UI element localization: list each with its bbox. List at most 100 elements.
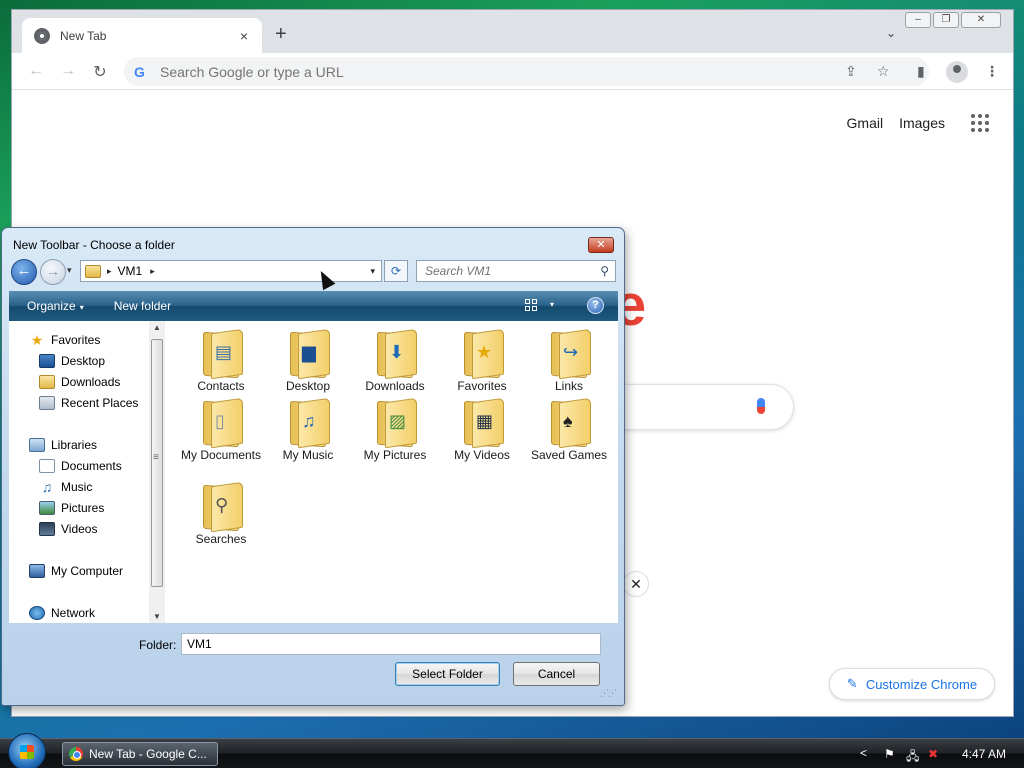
- tab-close-icon[interactable]: ×: [236, 28, 252, 44]
- volume-muted-icon[interactable]: ✖: [928, 747, 938, 761]
- omnibox[interactable]: G ⇪ ☆: [124, 57, 929, 86]
- computer-icon: [29, 564, 45, 578]
- search-box[interactable]: ⚲: [416, 260, 616, 282]
- minimize-button[interactable]: –: [905, 12, 931, 28]
- folder-my-music[interactable]: ♫ My Music: [266, 398, 350, 463]
- profile-avatar-icon[interactable]: [946, 61, 968, 83]
- folder-input[interactable]: [181, 633, 601, 655]
- customize-chrome-button[interactable]: ✎ Customize Chrome: [829, 668, 995, 700]
- scroll-down-icon[interactable]: ▼: [153, 612, 161, 621]
- chrome-menu-icon[interactable]: ⋮: [985, 63, 999, 80]
- scroll-thumb[interactable]: [151, 339, 163, 587]
- folder-my-documents[interactable]: ▯ My Documents: [179, 398, 263, 463]
- forward-arrow-button[interactable]: →: [40, 259, 66, 285]
- network-icon[interactable]: 🖧: [906, 747, 919, 768]
- google-g-icon: G: [134, 63, 145, 80]
- nav-favorites[interactable]: ★ Favorites: [29, 333, 101, 347]
- bookmark-star-icon[interactable]: ☆: [877, 63, 890, 80]
- nav-my-computer[interactable]: My Computer: [29, 564, 123, 578]
- music-folder-icon: ♫: [288, 398, 328, 446]
- folder-label: My Videos: [454, 448, 510, 462]
- chrome-icon: [69, 747, 83, 761]
- nav-scrollbar[interactable]: ▲ ▼: [149, 321, 165, 623]
- restore-button[interactable]: ❐: [933, 12, 959, 28]
- nav-label: Documents: [61, 459, 122, 473]
- nav-recent-places[interactable]: Recent Places: [39, 396, 138, 410]
- folder-label: Favorites: [457, 379, 507, 393]
- folder-favorites[interactable]: ★ Favorites: [440, 329, 524, 394]
- folder-searches[interactable]: ⚲ Searches: [179, 482, 263, 547]
- cancel-button[interactable]: Cancel: [513, 662, 600, 686]
- nav-videos[interactable]: Videos: [39, 522, 97, 536]
- folder-label: Searches: [195, 532, 247, 546]
- voice-search-mic-icon[interactable]: [757, 398, 765, 414]
- chrome-favicon-icon: [34, 27, 50, 44]
- select-folder-button[interactable]: Select Folder: [395, 662, 500, 686]
- nav-label: Pictures: [61, 501, 105, 515]
- downloads-arrow-folder-icon: ⬇: [375, 329, 415, 377]
- system-tray: < ⚑ 🖧 ✖ 4:47 AM: [834, 739, 1024, 768]
- folder-links[interactable]: ↪ Links: [527, 329, 611, 394]
- resize-grip[interactable]: ⋰⋰: [600, 688, 617, 699]
- dismiss-button[interactable]: ✕: [623, 571, 649, 597]
- refresh-button[interactable]: ⟳: [384, 260, 408, 282]
- breadcrumb-vm1[interactable]: VM1: [118, 264, 143, 278]
- omnibox-input[interactable]: [160, 63, 800, 80]
- new-tab-button[interactable]: +: [275, 24, 287, 44]
- organize-button[interactable]: Organize ▾: [27, 299, 84, 313]
- nav-music[interactable]: ♫ Music: [39, 480, 93, 494]
- recent-pages-dropdown-icon[interactable]: ▾: [67, 265, 72, 276]
- action-center-flag-icon[interactable]: ⚑: [884, 747, 895, 761]
- gmail-link[interactable]: Gmail: [847, 115, 884, 131]
- forward-button[interactable]: →: [58, 62, 78, 80]
- images-link[interactable]: Images: [899, 115, 945, 131]
- folder-contacts[interactable]: ▤ Contacts: [179, 329, 263, 394]
- show-hidden-icons-button[interactable]: <: [860, 746, 867, 760]
- nav-desktop[interactable]: Desktop: [39, 354, 105, 368]
- help-icon[interactable]: ?: [587, 297, 604, 314]
- scroll-up-icon[interactable]: ▲: [153, 323, 161, 332]
- taskbar-item-chrome[interactable]: New Tab - Google C...: [62, 742, 218, 766]
- breadcrumb-chevron-icon[interactable]: ▸: [107, 266, 112, 277]
- share-icon[interactable]: ⇪: [845, 63, 857, 80]
- nav-network[interactable]: Network: [29, 606, 95, 620]
- google-apps-icon[interactable]: [971, 114, 989, 132]
- address-dropdown-icon[interactable]: ▾: [370, 266, 375, 277]
- search-icon[interactable]: ⚲: [600, 264, 609, 278]
- close-window-button[interactable]: ✕: [961, 12, 1001, 28]
- back-button[interactable]: ←: [26, 62, 46, 80]
- views-dropdown-icon[interactable]: ▾: [550, 300, 554, 309]
- reload-button[interactable]: ↻: [90, 62, 110, 82]
- start-button[interactable]: [8, 733, 46, 768]
- desktop-folder-icon: ▆: [288, 329, 328, 377]
- nav-downloads[interactable]: Downloads: [39, 375, 120, 389]
- clock[interactable]: 4:47 AM: [962, 747, 1006, 761]
- folder-my-pictures[interactable]: ▨ My Pictures: [353, 398, 437, 463]
- search-input[interactable]: [417, 261, 587, 281]
- nav-pictures[interactable]: Pictures: [39, 501, 104, 515]
- folder-label: My Music: [282, 448, 334, 462]
- dialog-close-button[interactable]: ✕: [588, 237, 614, 253]
- tab-new-tab[interactable]: New Tab ×: [22, 18, 262, 53]
- side-panel-icon[interactable]: ▮: [917, 63, 925, 80]
- folder-my-videos[interactable]: ▦ My Videos: [440, 398, 524, 463]
- folder-desktop[interactable]: ▆ Desktop: [266, 329, 350, 394]
- views-icon[interactable]: [525, 299, 537, 311]
- address-bar[interactable]: ▸ VM1 ▸ ▾: [80, 260, 382, 282]
- breadcrumb-chevron-icon[interactable]: ▸: [150, 266, 155, 277]
- folder-saved-games[interactable]: ♠ Saved Games: [527, 398, 611, 463]
- folder-downloads[interactable]: ⬇ Downloads: [353, 329, 437, 394]
- navigation-pane: ★ Favorites Desktop Downloads Recent Plac…: [9, 321, 165, 623]
- documents-folder-icon: ▯: [201, 398, 241, 446]
- back-arrow-button[interactable]: ←: [11, 259, 37, 285]
- folder-contents: ▤ Contacts ▆ Desktop ⬇ Downloads ★ Favorites…: [167, 321, 618, 623]
- pictures-icon: [39, 501, 55, 515]
- dialog-title: New Toolbar - Choose a folder: [13, 238, 175, 252]
- tab-strip: New Tab × + ⌄ – ❐ ✕: [12, 10, 1013, 53]
- folder-label: Links: [554, 379, 583, 393]
- folder-label: Contacts: [197, 379, 245, 393]
- new-folder-button[interactable]: New folder: [114, 299, 171, 313]
- tab-search-dropdown-icon[interactable]: ⌄: [886, 26, 896, 40]
- nav-documents[interactable]: Documents: [39, 459, 122, 473]
- nav-libraries[interactable]: Libraries: [29, 438, 97, 452]
